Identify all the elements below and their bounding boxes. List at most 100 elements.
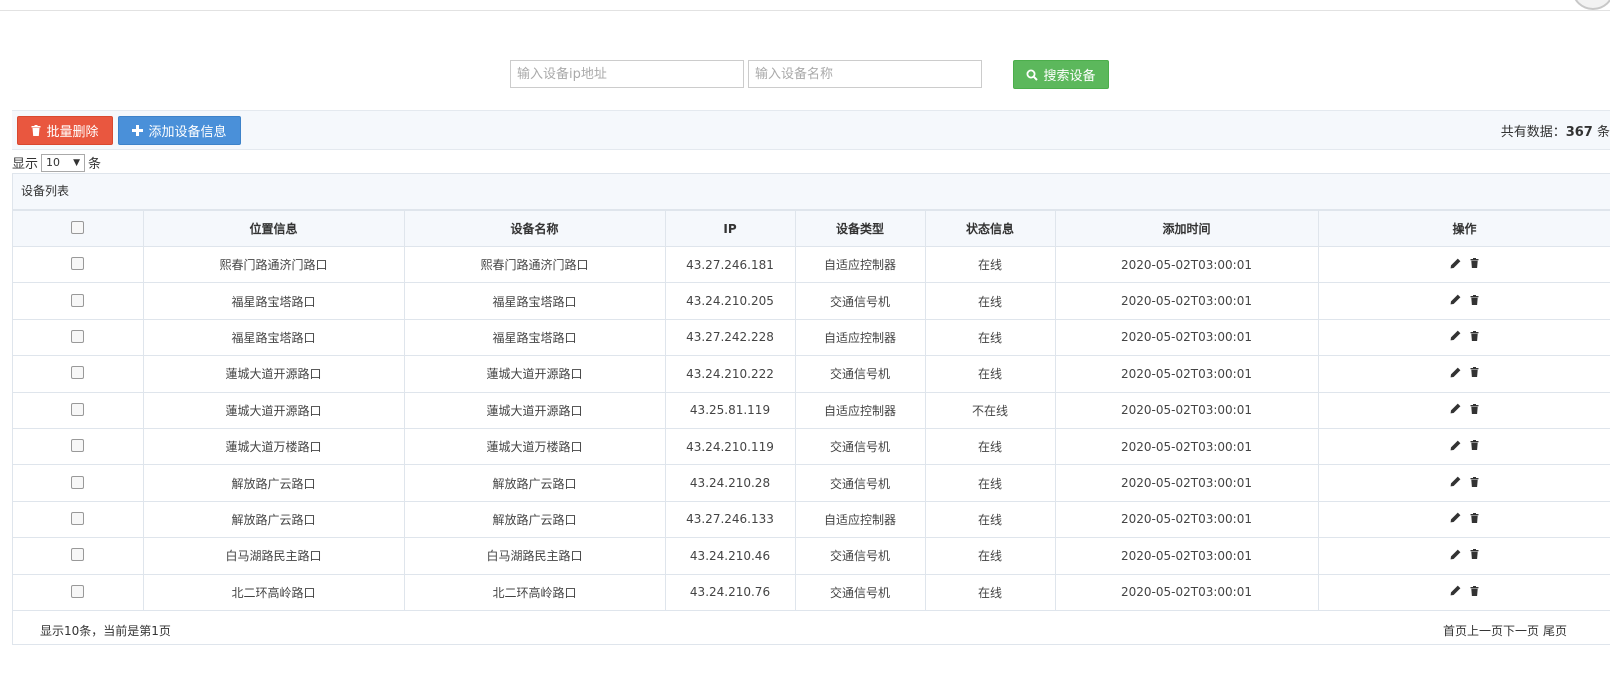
cell-actions [1317, 464, 1610, 502]
cell-type: 交通信号机 [794, 282, 926, 320]
pencil-icon[interactable] [1450, 258, 1461, 269]
row-checkbox[interactable] [71, 584, 85, 598]
cell-time: 2020-05-02T03:00:01 [1054, 318, 1319, 357]
cell-location: 福星路宝塔路口 [142, 318, 405, 357]
prev-page-link[interactable]: 上一页 [1467, 622, 1503, 639]
pencil-icon[interactable] [1450, 476, 1461, 487]
row-checkbox[interactable] [71, 511, 85, 525]
row-checkbox[interactable] [71, 329, 85, 343]
row-checkbox[interactable] [71, 475, 85, 489]
pencil-icon[interactable] [1450, 440, 1461, 451]
trash-icon [31, 125, 41, 136]
cell-type: 自适应控制器 [794, 318, 926, 357]
cell-type: 交通信号机 [794, 427, 926, 466]
row-checkbox[interactable] [71, 439, 85, 453]
cell-actions [1317, 282, 1610, 320]
first-page-link[interactable]: 首页 [1443, 622, 1467, 639]
pencil-icon[interactable] [1450, 549, 1461, 560]
cell-name: 白马湖路民主路口 [403, 537, 666, 575]
pencil-icon[interactable] [1450, 585, 1461, 596]
cell-status: 在线 [924, 573, 1056, 611]
row-checkbox[interactable] [71, 366, 85, 380]
top-bar [0, 0, 1610, 11]
cell-ip: 43.27.242.228 [664, 318, 796, 357]
search-button[interactable]: 搜索设备 [1013, 60, 1109, 89]
row-select-cell [13, 318, 144, 357]
cell-ip: 43.24.210.119 [664, 427, 796, 466]
batch-delete-button[interactable]: 批量删除 [17, 116, 113, 145]
table-row: 蓮城大道万楼路口 蓮城大道万楼路口 43.24.210.119 交通信号机 在线 2020… [13, 427, 1610, 466]
row-checkbox[interactable] [71, 257, 85, 271]
row-select-cell [13, 355, 144, 393]
pencil-icon[interactable] [1450, 512, 1461, 523]
trash-icon[interactable] [1470, 258, 1479, 269]
search-icon [1026, 69, 1039, 81]
cell-type: 自适应控制器 [794, 391, 926, 429]
row-select-cell [13, 245, 144, 284]
table-body: 熙春门路通济门路口 熙春门路通济门路口 43.27.246.181 自适应控制器 在线 2… [13, 245, 1610, 611]
row-checkbox[interactable] [71, 293, 85, 307]
table-row: 熙春门路通济门路口 熙春门路通济门路口 43.27.246.181 自适应控制器 在线 2… [13, 245, 1610, 284]
cell-location: 蓮城大道开源路口 [142, 391, 405, 429]
cell-time: 2020-05-02T03:00:01 [1054, 355, 1319, 393]
trash-icon[interactable] [1470, 512, 1479, 523]
trash-icon[interactable] [1470, 330, 1479, 341]
column-header-time: 添加时间 [1054, 210, 1319, 247]
pencil-icon[interactable] [1450, 330, 1461, 341]
cell-name: 福星路宝塔路口 [403, 318, 666, 357]
table-row: 福星路宝塔路口 福星路宝塔路口 43.27.242.228 自适应控制器 在线 2020-… [13, 318, 1610, 357]
table-row: 白马湖路民主路口 白马湖路民主路口 43.24.210.46 交通信号机 在线 2020-… [13, 537, 1610, 575]
total-number: 367 [1565, 125, 1593, 140]
trash-icon[interactable] [1470, 440, 1479, 451]
trash-icon[interactable] [1470, 294, 1479, 305]
trash-icon[interactable] [1470, 367, 1479, 378]
row-checkbox[interactable] [71, 402, 85, 416]
page-size-suffix: 条 [88, 157, 102, 172]
cell-status: 在线 [924, 537, 1056, 575]
page-size-prefix: 显示 [12, 157, 39, 172]
trash-icon[interactable] [1470, 585, 1479, 596]
total-prefix: 共有数据： [1500, 125, 1566, 140]
cell-time: 2020-05-02T03:00:01 [1054, 464, 1319, 502]
table-row: 北二环高岭路口 北二环高岭路口 43.24.210.76 交通信号机 在线 2020-05… [13, 573, 1610, 611]
table-row: 蓮城大道开源路口 蓮城大道开源路口 43.25.81.119 自适应控制器 不在线 202… [13, 391, 1610, 429]
cell-status: 在线 [924, 427, 1056, 466]
cell-location: 福星路宝塔路口 [142, 282, 405, 320]
column-header-location: 位置信息 [142, 210, 405, 247]
cell-location: 北二环高岭路口 [142, 573, 405, 611]
cell-type: 自适应控制器 [794, 245, 926, 284]
cell-status: 在线 [924, 500, 1056, 539]
trash-icon[interactable] [1470, 549, 1479, 560]
search-button-label: 搜索设备 [1043, 69, 1096, 84]
total-count: 共有数据：367 条 [1501, 121, 1610, 140]
pagination: 首页 上一页 下一页 尾页 [1443, 622, 1567, 639]
pencil-icon[interactable] [1450, 367, 1461, 378]
cell-time: 2020-05-02T03:00:01 [1054, 391, 1319, 429]
last-page-link[interactable]: 尾页 [1543, 622, 1567, 639]
cell-status: 在线 [924, 282, 1056, 320]
trash-icon[interactable] [1470, 403, 1479, 414]
pencil-icon[interactable] [1450, 403, 1461, 414]
ip-search-input[interactable] [510, 60, 744, 88]
next-page-link[interactable]: 下一页 [1503, 622, 1539, 639]
cell-name: 蓮城大道开源路口 [403, 391, 666, 429]
page-size-select[interactable]: 10 ▼ [41, 153, 86, 172]
cell-type: 自适应控制器 [794, 500, 926, 539]
cell-status: 在线 [924, 464, 1056, 502]
cell-actions [1317, 355, 1610, 393]
cell-time: 2020-05-02T03:00:01 [1054, 427, 1319, 466]
trash-icon[interactable] [1470, 476, 1479, 487]
cell-name: 解放路广云路口 [403, 464, 666, 502]
cell-name: 熙春门路通济门路口 [403, 245, 666, 284]
row-checkbox[interactable] [71, 548, 85, 562]
add-device-button[interactable]: 添加设备信息 [118, 116, 241, 145]
cell-actions [1317, 391, 1610, 429]
row-select-cell [13, 427, 144, 466]
name-search-input[interactable] [748, 60, 982, 88]
cell-location: 白马湖路民主路口 [142, 537, 405, 575]
select-all-cell [13, 210, 144, 247]
pencil-icon[interactable] [1450, 294, 1461, 305]
cell-type: 交通信号机 [794, 355, 926, 393]
table-header-row: 位置信息 设备名称 IP 设备类型 状态信息 添加时间 操作 [13, 210, 1610, 247]
select-all-checkbox[interactable] [71, 221, 85, 234]
